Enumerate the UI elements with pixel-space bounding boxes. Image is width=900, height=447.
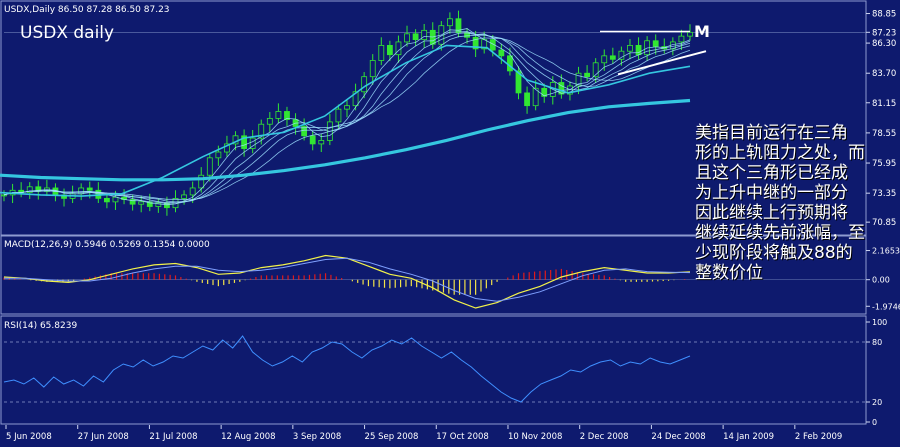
- macd-panel-info: MACD(12,26,9) 0.5946 0.5269 0.1354 0.000…: [4, 240, 210, 250]
- annotation-line: 少现阶段将触及88的: [695, 243, 853, 263]
- candle-body: [104, 197, 110, 203]
- annotation-line: 整数价位: [695, 263, 763, 283]
- candle-body: [344, 105, 350, 110]
- candle-body: [507, 55, 513, 72]
- x-tick-label: 27 Jun 2008: [78, 432, 129, 442]
- annotation-line: 为上升中继的一部分: [695, 183, 848, 203]
- x-tick-label: 17 Oct 2008: [436, 432, 489, 442]
- candle-body: [609, 55, 616, 60]
- annotation-line: 继续延续先前涨幅，至: [695, 223, 865, 243]
- y-tick-label: 88.85: [872, 10, 896, 20]
- x-tick-label: 24 Dec 2008: [651, 432, 705, 442]
- x-tick-label: 2 Feb 2009: [795, 432, 843, 442]
- candle-body: [369, 60, 376, 78]
- candle-body: [309, 135, 316, 145]
- candle-body: [206, 157, 213, 176]
- candle-body: [446, 18, 453, 27]
- rsi-panel-info: RSI(14) 65.8239: [4, 321, 77, 331]
- candle-body: [335, 108, 342, 123]
- candle-body: [627, 45, 633, 52]
- y-tick-label: 80: [872, 338, 882, 347]
- candle-body: [181, 194, 187, 199]
- y-tick-label: 20: [872, 398, 882, 407]
- x-tick-label: 2 Dec 2008: [580, 432, 629, 442]
- x-tick-label: 14 Jan 2009: [723, 432, 774, 442]
- analysis-annotation: 美指目前运行在三角 形的上轨阻力之处，而 且这个三角形已经成 为上升中继的一部分…: [695, 123, 900, 283]
- x-tick-label: 5 Jun 2008: [6, 432, 52, 442]
- annotation-line: 美指目前运行在三角: [695, 123, 848, 143]
- x-tick-label: 25 Sep 2008: [365, 432, 419, 442]
- candle-body: [189, 187, 196, 196]
- candle-body: [584, 72, 590, 78]
- x-tick-label: 10 Nov 2008: [508, 432, 562, 442]
- candle-body: [86, 187, 93, 191]
- candle-body: [266, 118, 273, 125]
- candle-body: [404, 33, 410, 43]
- candle-body: [318, 140, 325, 145]
- candle-body: [498, 49, 505, 57]
- candle-body: [678, 35, 685, 43]
- candle-body: [361, 76, 368, 93]
- candle-body: [421, 29, 428, 41]
- y-tick-label: 81.15: [872, 99, 896, 109]
- candle-body: [112, 196, 119, 203]
- breakout-arrow-mark: M: [694, 22, 710, 41]
- candle-body: [386, 45, 393, 56]
- chart-title: USDX daily: [20, 23, 114, 43]
- y-tick-label: 0: [872, 418, 877, 427]
- y-tick-label: 83.70: [872, 69, 896, 79]
- y-tick-label: -1.9746: [872, 302, 900, 311]
- candle-body: [635, 45, 642, 56]
- annotation-line: 因此继续上行预期将: [695, 203, 848, 223]
- candle-body: [524, 92, 530, 107]
- candle-body: [652, 40, 659, 47]
- chart-window: M 5 Jun 2008 27 Jun 2008 21 Jul 2008 12 Aug…: [0, 0, 900, 443]
- candle-body: [138, 201, 145, 205]
- candle-body: [687, 31, 693, 37]
- candle-body: [215, 151, 222, 159]
- x-tick-label: 21 Jul 2008: [149, 432, 197, 442]
- annotation-line: 且这个三角形已经成: [695, 163, 848, 183]
- candle-body: [412, 33, 419, 41]
- candle-body: [378, 45, 385, 61]
- x-tick-label: 3 Sep 2008: [293, 432, 341, 442]
- y-tick-label: 86.30: [872, 39, 896, 49]
- candle-body: [275, 111, 282, 119]
- annotation-line: 形的上轨阻力之处，而: [695, 143, 865, 163]
- x-tick-label: 12 Aug 2008: [221, 432, 275, 442]
- candle-body: [1, 194, 7, 197]
- candle-body: [78, 187, 85, 195]
- y-tick-label: 100: [872, 318, 887, 327]
- candle-body: [618, 50, 625, 60]
- main-panel-info: USDX,Daily 86.50 87.28 86.50 87.23: [4, 5, 170, 15]
- candle-body: [601, 55, 608, 64]
- y-tick-label: 87.23: [872, 28, 896, 38]
